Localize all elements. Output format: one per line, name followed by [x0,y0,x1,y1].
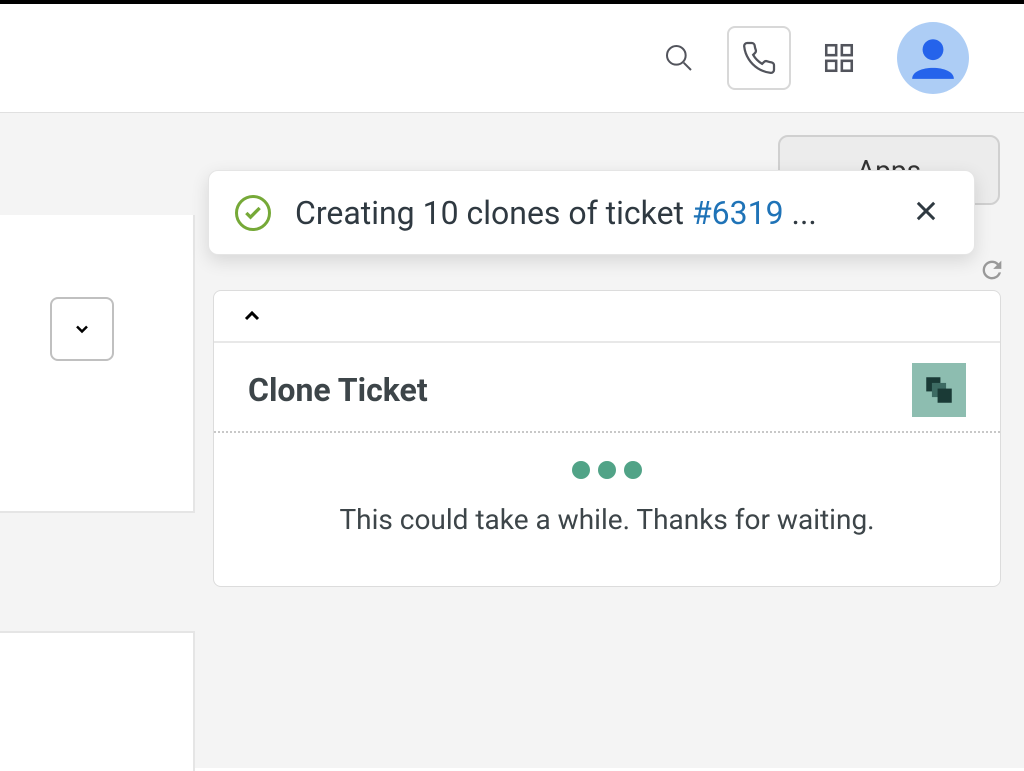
clone-app-icon [912,363,966,417]
chevron-down-icon [72,319,92,339]
check-circle-icon [235,195,271,231]
toast-prefix: Creating 10 clones of ticket [295,194,692,232]
header [0,4,1024,112]
left-panel-top [0,215,195,513]
panel-title: Clone Ticket [248,371,428,409]
avatar[interactable] [897,22,969,94]
dropdown-toggle[interactable] [50,297,114,361]
toast-message: Creating 10 clones of ticket #6319 ... [295,194,904,232]
toast-suffix: ... [784,194,817,232]
chevron-up-icon [240,304,264,328]
refresh-icon[interactable] [978,256,1006,288]
panel-header: Clone Ticket [214,343,1000,433]
panel-body: This could take a while. Thanks for wait… [214,433,1000,586]
wait-message: This could take a while. Thanks for wait… [248,503,966,536]
apps-grid-icon[interactable] [819,38,859,78]
search-icon[interactable] [659,38,699,78]
close-icon[interactable] [904,189,948,237]
ticket-link[interactable]: #6319 [692,194,784,232]
phone-button[interactable] [727,26,791,90]
notification-toast: Creating 10 clones of ticket #6319 ... [208,170,975,255]
left-panel-bottom [0,631,195,771]
loading-dots-icon [248,461,966,479]
clone-ticket-panel: Clone Ticket This could take a while. Th… [213,290,1001,587]
panel-collapse-bar[interactable] [214,291,1000,343]
